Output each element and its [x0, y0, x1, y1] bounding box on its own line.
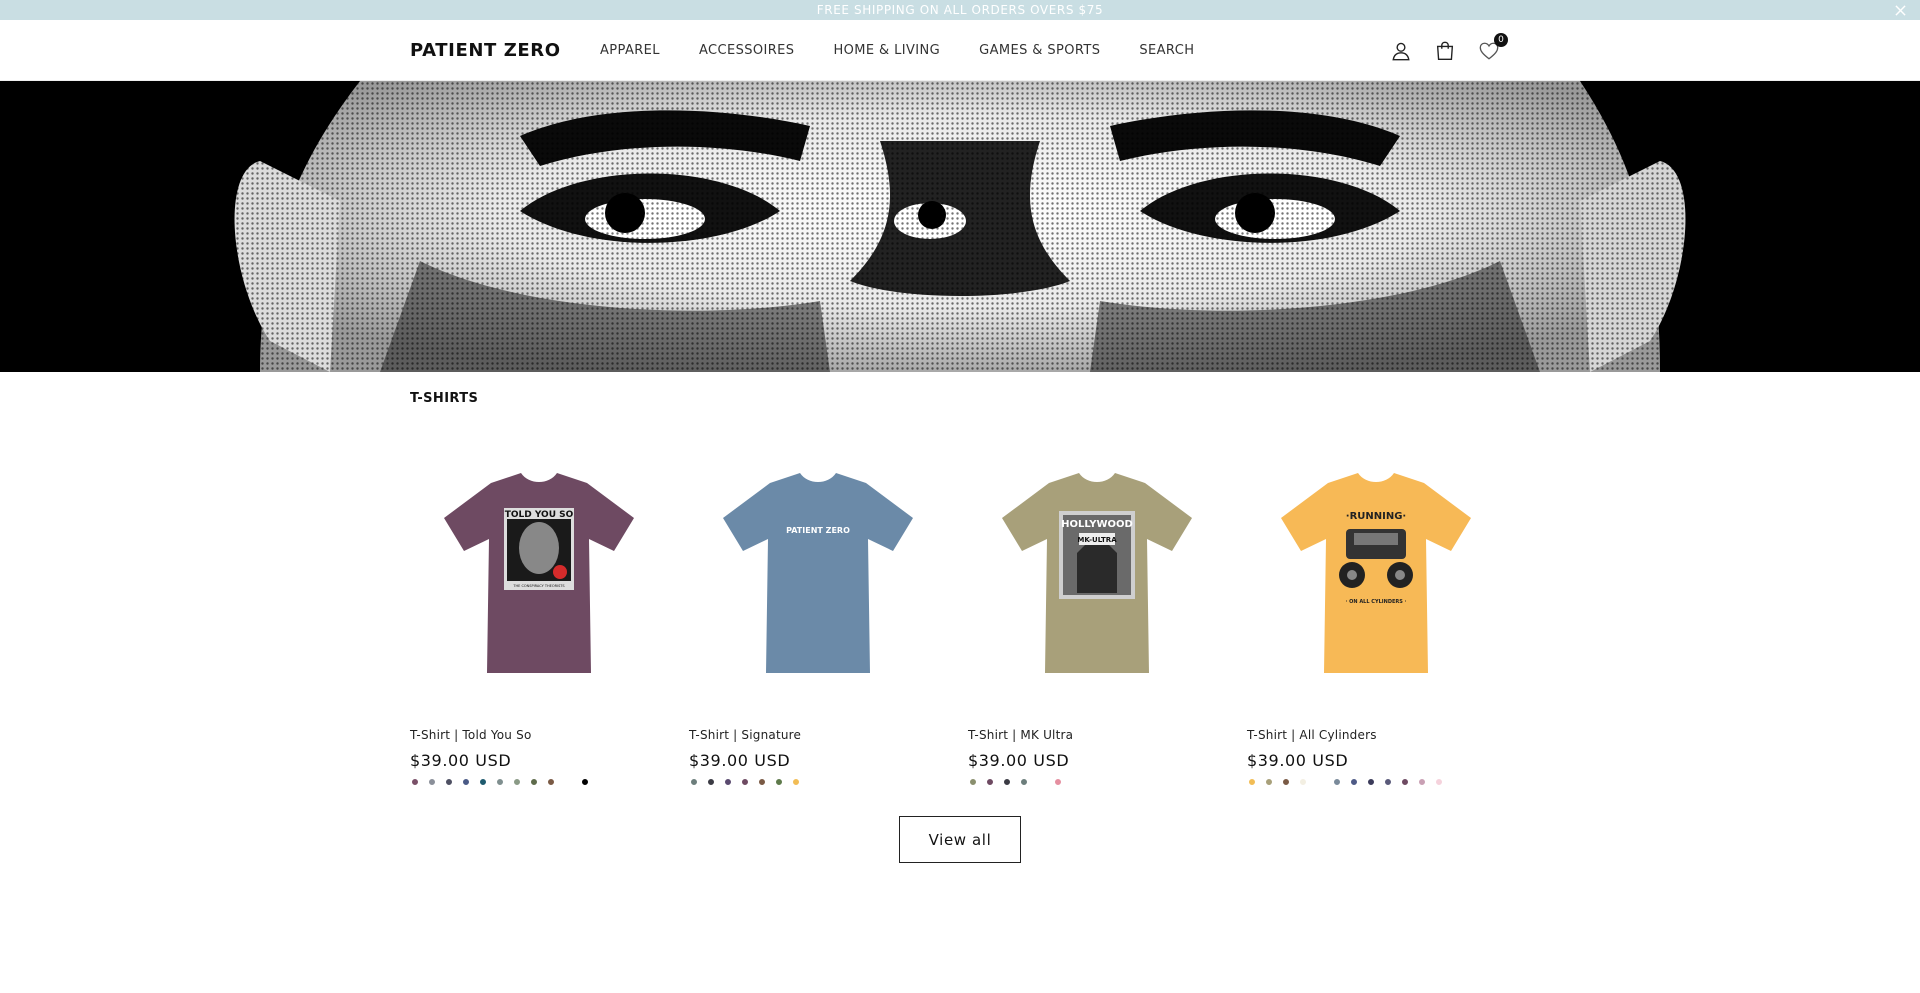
color-swatch[interactable]: [1036, 777, 1046, 787]
product-price: $39.00 USD: [1247, 751, 1349, 770]
nav-item-games-sports[interactable]: GAMES & SPORTS: [979, 43, 1100, 58]
color-swatch[interactable]: [1247, 777, 1257, 787]
color-swatch[interactable]: [1400, 777, 1410, 787]
svg-text:THE CONSPIRACY THEORISTS: THE CONSPIRACY THEORISTS: [512, 584, 565, 588]
color-swatch[interactable]: [1349, 777, 1359, 787]
product-price: $39.00 USD: [410, 751, 512, 770]
color-swatch[interactable]: [1019, 777, 1029, 787]
product-title[interactable]: T-Shirt | MK Ultra: [968, 728, 1226, 742]
color-swatch[interactable]: [740, 777, 750, 787]
nav-item-home-living[interactable]: HOME & LIVING: [833, 43, 940, 58]
product-image[interactable]: HOLLYWOOD MK-ULTRA: [968, 444, 1226, 702]
view-all-button[interactable]: View all: [899, 816, 1021, 863]
product-card[interactable]: PATIENT ZERO T-Shirt | Signature $39.00 …: [689, 444, 947, 787]
main-nav: APPAREL ACCESSOIRES HOME & LIVING GAMES …: [600, 43, 1194, 58]
heart-icon[interactable]: 0: [1478, 32, 1508, 62]
shopping-bag-icon[interactable]: [1434, 40, 1456, 62]
collection-section: T-SHIRTS TOLD YOU SO THE CONSPIRACY THEO…: [0, 372, 1920, 912]
color-swatch[interactable]: [1366, 777, 1376, 787]
color-swatch[interactable]: [689, 777, 699, 787]
product-card[interactable]: ·RUNNING· · ON ALL CYLINDERS · T-Shirt |…: [1247, 444, 1505, 787]
product-title[interactable]: T-Shirt | Signature: [689, 728, 947, 742]
color-swatch[interactable]: [723, 777, 733, 787]
site-header: PATIENT ZERO APPAREL ACCESSOIRES HOME & …: [0, 20, 1920, 81]
nav-item-search[interactable]: SEARCH: [1139, 43, 1194, 58]
product-grid: TOLD YOU SO THE CONSPIRACY THEORISTS T-S…: [410, 444, 1505, 787]
product-card[interactable]: TOLD YOU SO THE CONSPIRACY THEORISTS T-S…: [410, 444, 668, 787]
color-swatch[interactable]: [580, 777, 590, 787]
color-swatch[interactable]: [1281, 777, 1291, 787]
color-swatch[interactable]: [985, 777, 995, 787]
color-swatches: [410, 777, 668, 787]
wishlist-count-badge: 0: [1494, 32, 1508, 47]
nav-item-accessoires[interactable]: ACCESSOIRES: [699, 43, 795, 58]
product-image[interactable]: TOLD YOU SO THE CONSPIRACY THEORISTS: [410, 444, 668, 702]
color-swatch[interactable]: [757, 777, 767, 787]
color-swatch[interactable]: [1383, 777, 1393, 787]
color-swatch[interactable]: [461, 777, 471, 787]
color-swatch[interactable]: [706, 777, 716, 787]
nav-item-apparel[interactable]: APPAREL: [600, 43, 660, 58]
product-title[interactable]: T-Shirt | All Cylinders: [1247, 728, 1505, 742]
svg-text:· ON ALL CYLINDERS ·: · ON ALL CYLINDERS ·: [1346, 599, 1407, 605]
color-swatch[interactable]: [546, 777, 556, 787]
color-swatch[interactable]: [478, 777, 488, 787]
color-swatch[interactable]: [563, 777, 573, 787]
tshirt-mk-ultra-image: HOLLYWOOD MK-ULTRA: [1002, 473, 1192, 673]
svg-text:·RUNNING·: ·RUNNING·: [1346, 511, 1406, 522]
color-swatch[interactable]: [791, 777, 801, 787]
color-swatch[interactable]: [774, 777, 784, 787]
halftone-eyes-image: [0, 81, 1920, 372]
color-swatch[interactable]: [1053, 777, 1063, 787]
color-swatches: [689, 777, 947, 787]
tshirt-signature-image: PATIENT ZERO: [723, 473, 913, 673]
color-swatch[interactable]: [529, 777, 539, 787]
color-swatch[interactable]: [1434, 777, 1444, 787]
product-title[interactable]: T-Shirt | Told You So: [410, 728, 668, 742]
product-price: $39.00 USD: [968, 751, 1070, 770]
announcement-text: FREE SHIPPING ON ALL ORDERS OVERS $75: [816, 3, 1104, 17]
svg-text:PATIENT ZERO: PATIENT ZERO: [786, 526, 850, 535]
product-card[interactable]: HOLLYWOOD MK-ULTRA T-Shirt | MK Ultra $3…: [968, 444, 1226, 787]
color-swatch[interactable]: [1264, 777, 1274, 787]
color-swatches: [1247, 777, 1505, 787]
color-swatch[interactable]: [968, 777, 978, 787]
color-swatch[interactable]: [495, 777, 505, 787]
tshirt-told-you-so-image: TOLD YOU SO THE CONSPIRACY THEORISTS: [444, 473, 634, 673]
collection-title: T-SHIRTS: [410, 391, 479, 406]
color-swatch[interactable]: [444, 777, 454, 787]
color-swatch[interactable]: [1002, 777, 1012, 787]
hero-banner: [0, 81, 1920, 372]
color-swatch[interactable]: [1315, 777, 1325, 787]
color-swatch[interactable]: [1417, 777, 1427, 787]
color-swatch[interactable]: [1298, 777, 1308, 787]
close-icon[interactable]: [1895, 0, 1906, 20]
color-swatch[interactable]: [1332, 777, 1342, 787]
svg-text:HOLLYWOOD: HOLLYWOOD: [1061, 519, 1133, 530]
svg-text:MK-ULTRA: MK-ULTRA: [1077, 536, 1117, 544]
svg-text:TOLD YOU SO: TOLD YOU SO: [505, 510, 574, 520]
color-swatch[interactable]: [512, 777, 522, 787]
product-image[interactable]: PATIENT ZERO: [689, 444, 947, 702]
tshirt-all-cylinders-image: ·RUNNING· · ON ALL CYLINDERS ·: [1281, 473, 1471, 673]
product-image[interactable]: ·RUNNING· · ON ALL CYLINDERS ·: [1247, 444, 1505, 702]
color-swatch[interactable]: [410, 777, 420, 787]
announcement-bar: FREE SHIPPING ON ALL ORDERS OVERS $75: [0, 0, 1920, 20]
color-swatch[interactable]: [427, 777, 437, 787]
logo[interactable]: PATIENT ZERO: [410, 40, 600, 61]
color-swatches: [968, 777, 1226, 787]
product-price: $39.00 USD: [689, 751, 791, 770]
user-icon[interactable]: [1390, 40, 1412, 62]
